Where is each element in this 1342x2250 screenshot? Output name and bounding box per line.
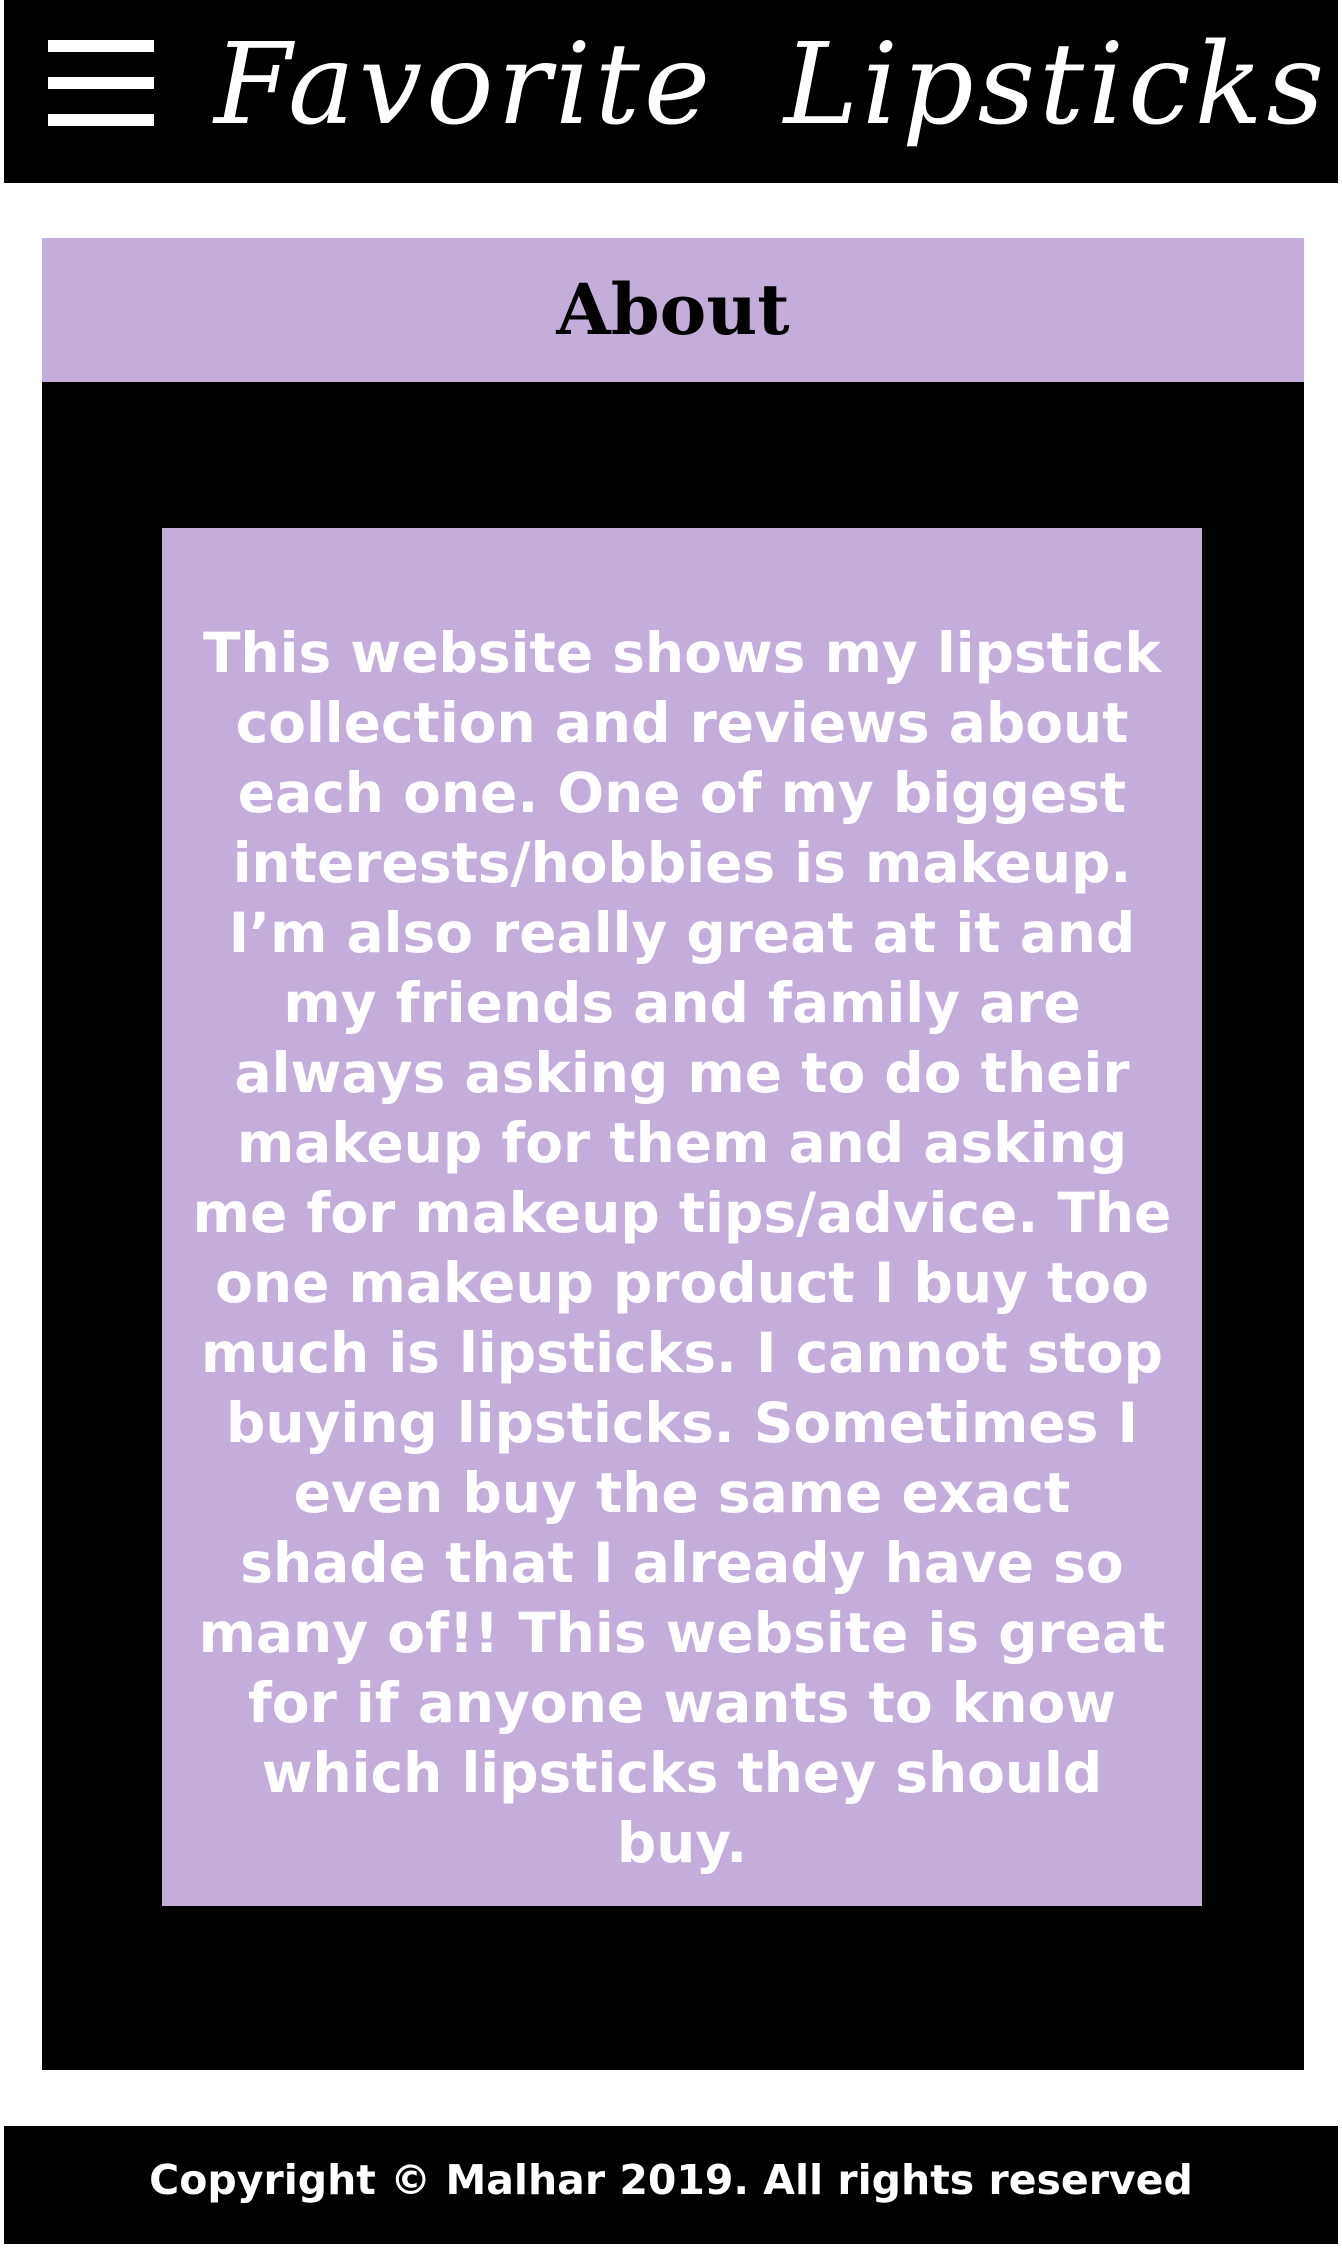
about-heading-bar: About [42, 238, 1304, 382]
about-card: This website shows my lipstick collectio… [162, 528, 1202, 1906]
site-footer: Copyright © Malhar 2019. All rights rese… [4, 2126, 1338, 2244]
hamburger-menu-icon[interactable] [48, 40, 154, 126]
menu-bar-middle [48, 77, 154, 89]
about-heading: About [556, 268, 790, 351]
copyright-text: Copyright © Malhar 2019. All rights rese… [149, 2156, 1193, 2204]
site-header: Favorite Lipsticks [4, 0, 1338, 183]
page: Favorite Lipsticks About This website sh… [0, 0, 1342, 2250]
menu-bar-bottom [48, 114, 154, 126]
menu-bar-top [48, 40, 154, 52]
about-content-frame: This website shows my lipstick collectio… [42, 382, 1304, 2070]
about-description: This website shows my lipstick collectio… [192, 621, 1172, 1875]
site-title: Favorite Lipsticks [213, 20, 1329, 150]
